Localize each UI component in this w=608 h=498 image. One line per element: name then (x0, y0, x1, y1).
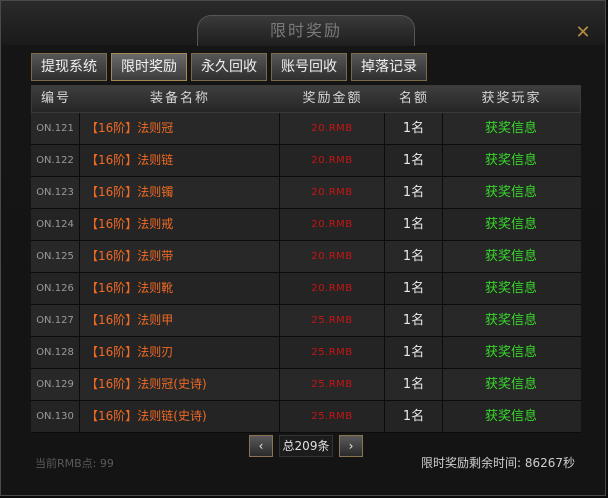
chevron-left-icon[interactable]: ‹ (249, 435, 273, 457)
winner-info-link[interactable]: 获奖信息 (442, 337, 579, 368)
table-row: ON.124 【16阶】法则戒 20.RMB 1名 获奖信息 (31, 209, 581, 241)
winner-info-link[interactable]: 获奖信息 (442, 113, 579, 144)
row-reward: 20.RMB (279, 113, 384, 144)
row-reward: 20.RMB (279, 209, 384, 240)
table-header: 编号 装备名称 奖励金额 名额 获奖玩家 (31, 85, 581, 113)
row-quota: 1名 (384, 113, 442, 144)
header-reward-amount: 奖励金额 (302, 91, 363, 106)
header-id: 编号 (40, 91, 71, 106)
row-quota: 1名 (384, 337, 442, 368)
tab-withdraw-system[interactable]: 提现系统 (31, 53, 107, 81)
row-quota: 1名 (384, 369, 442, 400)
winner-info-link[interactable]: 获奖信息 (442, 401, 579, 432)
row-item-name: 【16阶】法则链 (79, 145, 279, 176)
row-quota: 1名 (384, 177, 442, 208)
row-quota: 1名 (384, 145, 442, 176)
row-reward: 25.RMB (279, 369, 384, 400)
remaining-time: 限时奖励剩余时间: 86267秒 (421, 456, 576, 470)
tab-account-recycle[interactable]: 账号回收 (271, 53, 347, 81)
reward-window: 限时奖励 ✕ 提现系统 限时奖励 永久回收 账号回收 掉落记录 编号 装备名称 … (0, 0, 606, 496)
winner-info-link[interactable]: 获奖信息 (442, 305, 579, 336)
table-row: ON.130 【16阶】法则链(史诗) 25.RMB 1名 获奖信息 (31, 401, 581, 433)
row-quota: 1名 (384, 401, 442, 432)
row-reward: 25.RMB (279, 337, 384, 368)
row-reward: 25.RMB (279, 305, 384, 336)
table-row: ON.121 【16阶】法则冠 20.RMB 1名 获奖信息 (31, 113, 581, 145)
tab-drop-records[interactable]: 掉落记录 (351, 53, 427, 81)
window-title: 限时奖励 (269, 21, 342, 40)
header-item-name: 装备名称 (149, 91, 210, 106)
title-plate: 限时奖励 (197, 15, 415, 46)
close-icon[interactable]: ✕ (573, 23, 593, 43)
table-row: ON.128 【16阶】法则刃 25.RMB 1名 获奖信息 (31, 337, 581, 369)
title-bar: 限时奖励 ✕ (1, 1, 605, 46)
row-reward: 25.RMB (279, 401, 384, 432)
table-row: ON.122 【16阶】法则链 20.RMB 1名 获奖信息 (31, 145, 581, 177)
row-reward: 20.RMB (279, 177, 384, 208)
table-row: ON.126 【16阶】法则靴 20.RMB 1名 获奖信息 (31, 273, 581, 305)
row-item-name: 【16阶】法则镯 (79, 177, 279, 208)
chevron-right-icon[interactable]: › (339, 435, 363, 457)
row-id: ON.121 (36, 123, 74, 134)
row-id: ON.124 (36, 219, 74, 230)
row-id: ON.127 (36, 315, 74, 326)
row-quota: 1名 (384, 209, 442, 240)
row-quota: 1名 (384, 305, 442, 336)
winner-info-link[interactable]: 获奖信息 (442, 369, 579, 400)
row-quota: 1名 (384, 273, 442, 304)
tab-limited-reward[interactable]: 限时奖励 (111, 53, 187, 81)
header-winner: 获奖玩家 (481, 91, 542, 106)
tab-permanent-recycle[interactable]: 永久回收 (191, 53, 267, 81)
pagination: ‹ 总209条 › (249, 435, 363, 457)
row-id: ON.130 (36, 411, 74, 422)
row-item-name: 【16阶】法则靴 (79, 273, 279, 304)
total-count: 总209条 (279, 435, 333, 457)
row-reward: 20.RMB (279, 145, 384, 176)
winner-info-link[interactable]: 获奖信息 (442, 241, 579, 272)
table-row: ON.125 【16阶】法则带 20.RMB 1名 获奖信息 (31, 241, 581, 273)
row-id: ON.129 (36, 379, 74, 390)
row-item-name: 【16阶】法则链(史诗) (79, 401, 279, 432)
row-item-name: 【16阶】法则冠 (79, 113, 279, 144)
row-id: ON.125 (36, 251, 74, 262)
winner-info-link[interactable]: 获奖信息 (442, 209, 579, 240)
row-reward: 20.RMB (279, 241, 384, 272)
row-id: ON.122 (36, 155, 74, 166)
row-item-name: 【16阶】法则带 (79, 241, 279, 272)
winner-info-link[interactable]: 获奖信息 (442, 145, 579, 176)
winner-info-link[interactable]: 获奖信息 (442, 273, 579, 304)
row-reward: 20.RMB (279, 273, 384, 304)
table-row: ON.127 【16阶】法则甲 25.RMB 1名 获奖信息 (31, 305, 581, 337)
table-row: ON.129 【16阶】法则冠(史诗) 25.RMB 1名 获奖信息 (31, 369, 581, 401)
row-item-name: 【16阶】法则戒 (79, 209, 279, 240)
row-item-name: 【16阶】法则刃 (79, 337, 279, 368)
reward-table: 编号 装备名称 奖励金额 名额 获奖玩家 ON.121 【16阶】法则冠 20.… (31, 85, 581, 433)
row-id: ON.123 (36, 187, 74, 198)
row-id: ON.128 (36, 347, 74, 358)
tab-bar: 提现系统 限时奖励 永久回收 账号回收 掉落记录 (31, 53, 427, 81)
table-row: ON.123 【16阶】法则镯 20.RMB 1名 获奖信息 (31, 177, 581, 209)
row-item-name: 【16阶】法则冠(史诗) (79, 369, 279, 400)
header-quota: 名额 (398, 91, 429, 106)
row-quota: 1名 (384, 241, 442, 272)
winner-info-link[interactable]: 获奖信息 (442, 177, 579, 208)
current-points: 当前RMB点: 99 (35, 457, 114, 470)
row-item-name: 【16阶】法则甲 (79, 305, 279, 336)
table-body: ON.121 【16阶】法则冠 20.RMB 1名 获奖信息 ON.122 【1… (31, 113, 581, 433)
row-id: ON.126 (36, 283, 74, 294)
